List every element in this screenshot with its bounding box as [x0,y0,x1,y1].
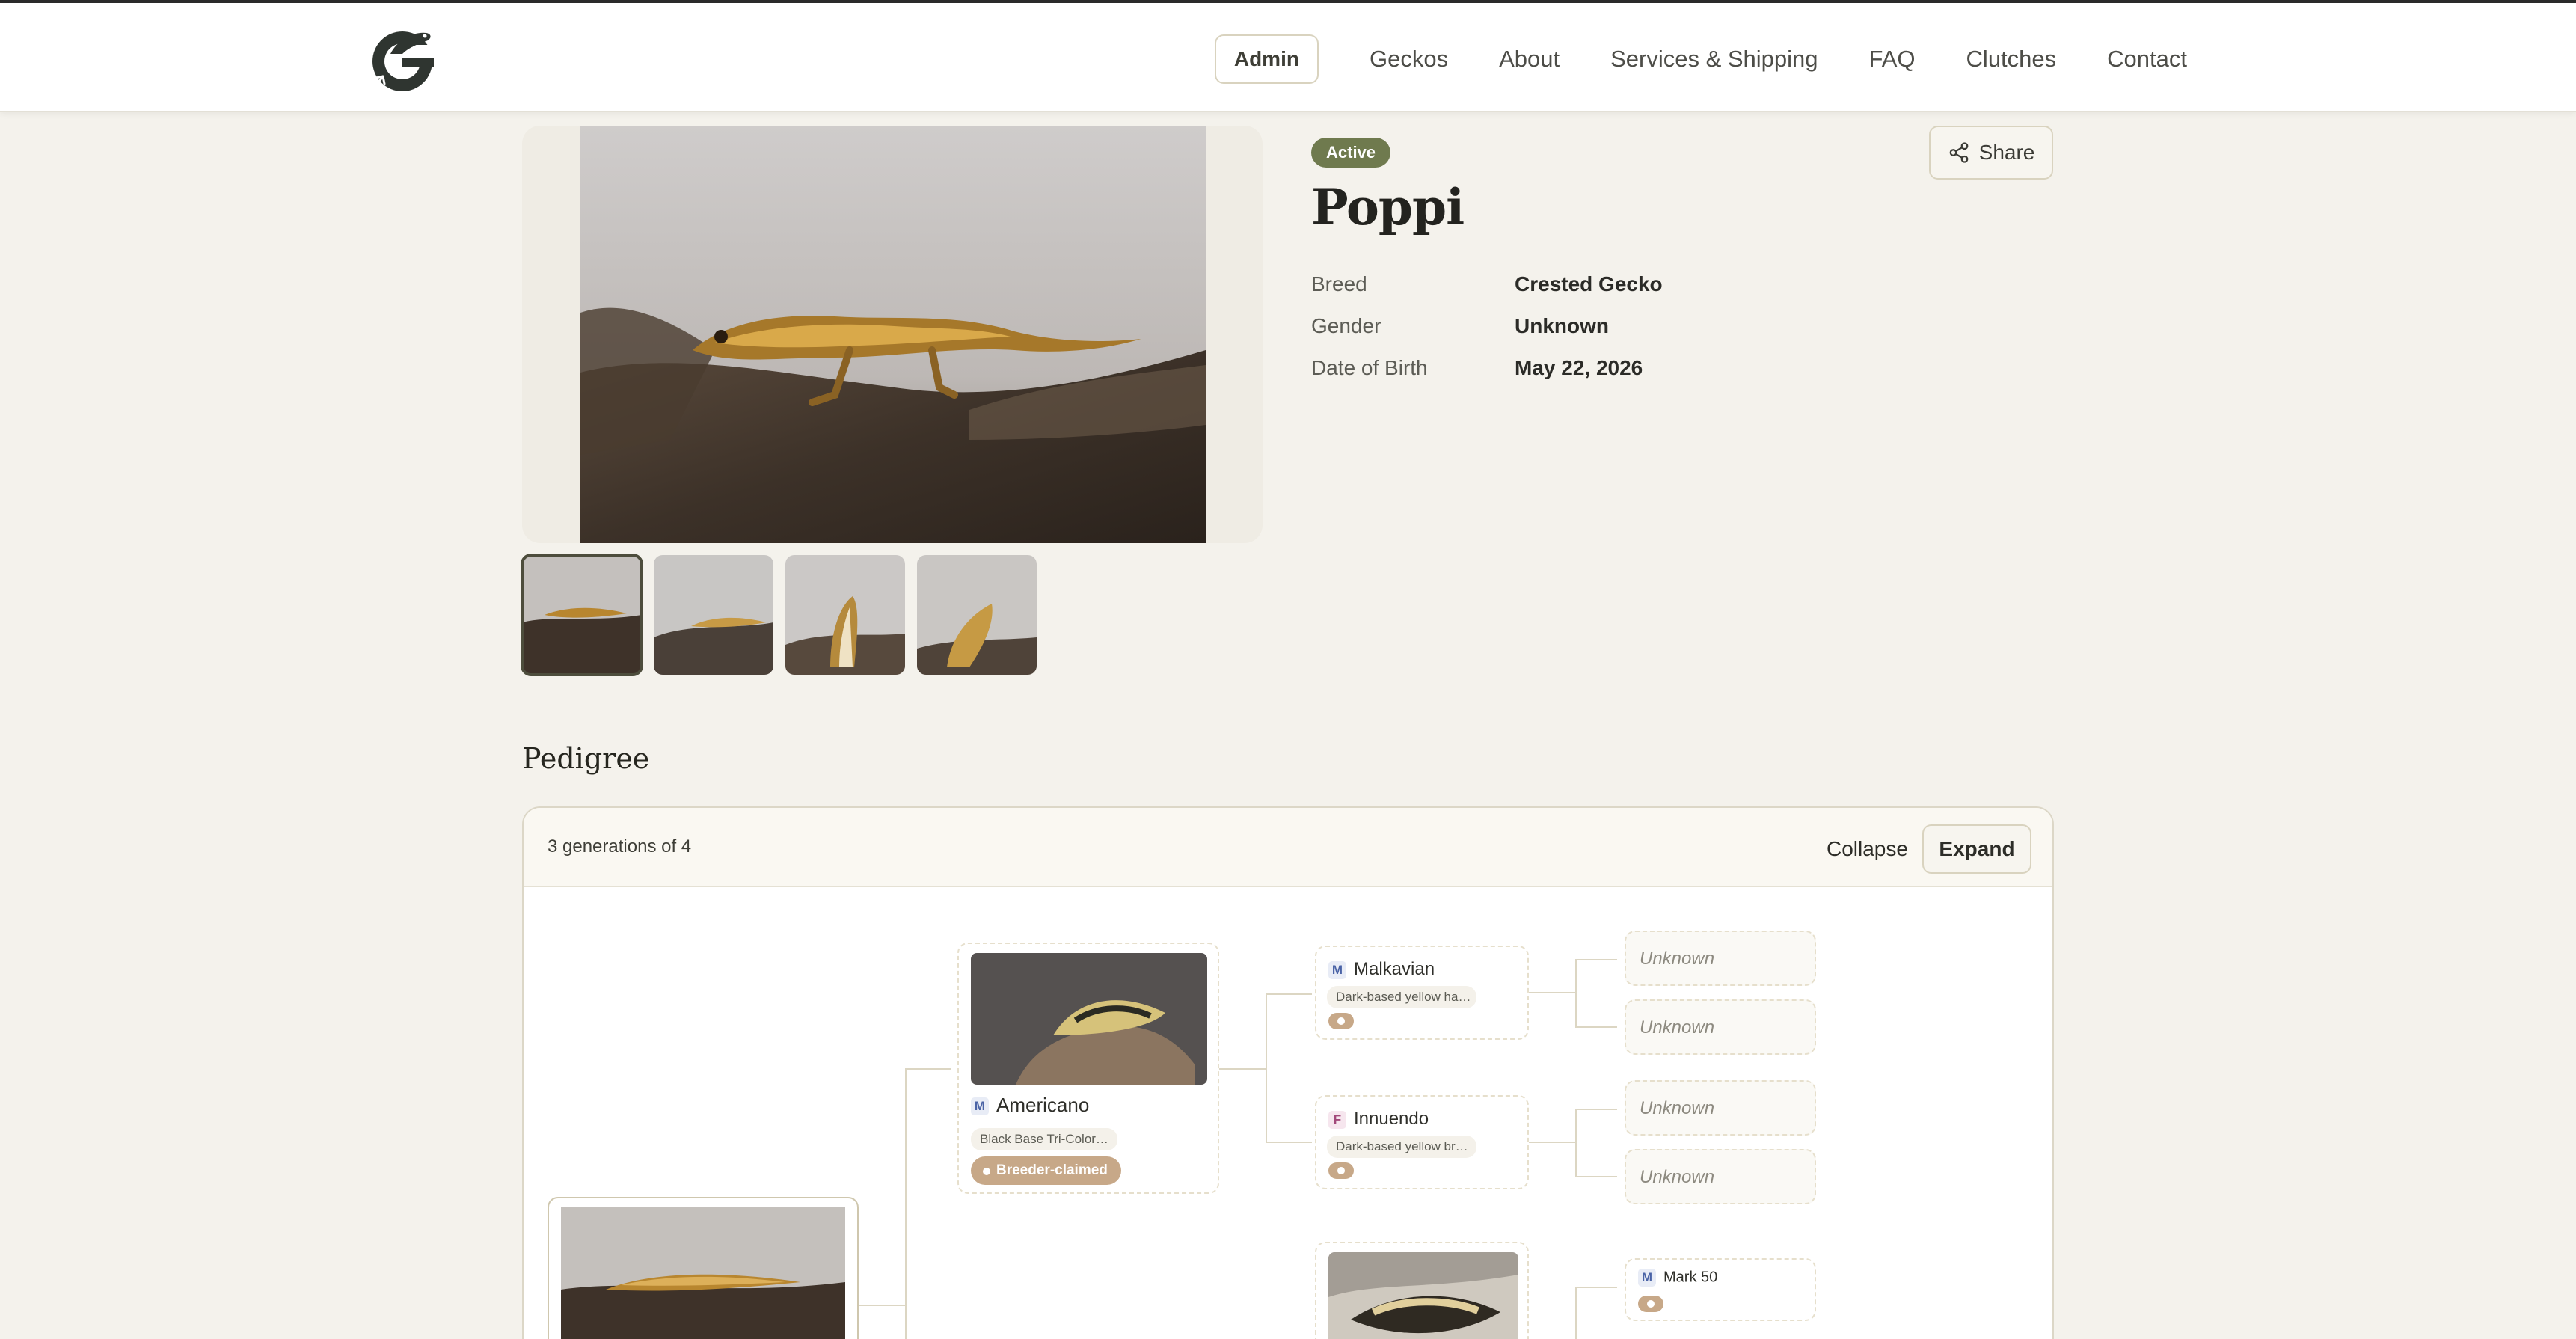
share-label: Share [1978,141,2035,164]
pedigree-node-unknown[interactable]: Unknown [1625,999,1816,1055]
mark50-name: M Mark 50 [1638,1269,1717,1287]
connector-line [1575,959,1577,1028]
generations-text: 3 generations of 4 [548,836,692,857]
connector-line [1575,1026,1617,1028]
detail-row-gender: Gender Unknown [1311,305,1663,347]
pedigree-node-sire[interactable]: M Americano Black Base Tri-Color… Breeder… [957,943,1219,1194]
sex-male-icon: M [1638,1269,1656,1287]
sex-male-icon: M [1328,960,1346,979]
nav-services-shipping[interactable]: Services & Shipping [1610,33,1818,85]
detail-row-breed: Breed Crested Gecko [1311,263,1663,305]
pedigree-node-sire-sire[interactable]: M Malkavian Dark-based yellow ha… [1315,946,1529,1040]
pedigree-node-unknown[interactable]: Unknown [1625,1080,1816,1136]
pedigree-node-dam[interactable] [1315,1242,1529,1339]
connector-line [859,1305,905,1306]
detail-label: Breed [1311,272,1367,295]
gecko-details: Breed Crested Gecko Gender Unknown Date … [1311,263,1663,389]
detail-value: May 22, 2026 [1515,356,1643,379]
connector-line [1575,1287,1577,1339]
nav-admin-button[interactable]: Admin [1214,34,1319,84]
pedigree-node-unknown[interactable]: Unknown [1625,931,1816,986]
breeder-claimed-badge: Breeder-claimed [971,1156,1121,1185]
sex-male-icon: M [971,1097,989,1116]
thumbnail-4[interactable] [917,555,1037,675]
connector-line [905,1068,907,1339]
pedigree-toolbar: 3 generations of 4 Collapse Expand [524,808,2052,887]
status-dot-chip [1328,1013,1354,1029]
expand-button[interactable]: Expand [1922,824,2031,874]
status-dot-chip [1638,1296,1663,1312]
detail-label: Gender [1311,314,1381,337]
malkavian-morph-tag: Dark-based yellow ha… [1327,986,1476,1008]
sex-female-icon: F [1328,1110,1346,1129]
innuendo-morph-tag: Dark-based yellow br… [1327,1136,1476,1158]
sire-name-text: Americano [996,1094,1090,1116]
sire-morph-tag: Black Base Tri-Color… [971,1128,1117,1150]
connector-line [1575,1287,1617,1288]
mark50-name-text: Mark 50 [1663,1269,1718,1286]
status-dot-chip [1328,1162,1354,1179]
connector-line [1266,993,1267,1143]
malkavian-name-text: Malkavian [1354,959,1435,979]
gecko-name-title: Poppi [1311,178,1465,236]
share-button[interactable]: Share [1929,126,2053,180]
detail-value: Unknown [1515,314,1609,337]
main-photo-frame [522,126,1263,543]
thumbnail-strip [521,554,1037,676]
main-gecko-photo[interactable] [580,126,1206,543]
detail-label: Date of Birth [1311,356,1428,379]
malkavian-name: M Malkavian [1328,959,1435,980]
connector-line [1529,992,1575,993]
nav-clutches[interactable]: Clutches [1966,33,2057,85]
dam-photo [1328,1252,1518,1339]
pedigree-heading: Pedigree [522,742,650,775]
self-photo [561,1207,845,1339]
pedigree-node-unknown[interactable]: Unknown [1625,1149,1816,1204]
nav-contact[interactable]: Contact [2107,33,2187,85]
connector-line [1575,959,1617,960]
main-nav: Admin Geckos About Services & Shipping F… [1214,33,2187,85]
connector-line [1575,1109,1617,1110]
share-icon [1949,142,1969,163]
thumbnail-2[interactable] [654,555,773,675]
pedigree-node-sire-dam[interactable]: F Innuendo Dark-based yellow br… [1315,1095,1529,1189]
sire-name: M Americano [971,1094,1089,1117]
connector-line [1575,1109,1577,1177]
connector-line [1266,993,1312,995]
connector-line [1575,1176,1617,1177]
nav-faq[interactable]: FAQ [1869,33,1916,85]
connector-line [1266,1142,1312,1143]
sire-photo [971,953,1207,1085]
detail-row-dob: Date of Birth May 22, 2026 [1311,347,1663,389]
connector-line [1529,1142,1575,1143]
pedigree-node-dam-sire[interactable]: M Mark 50 [1625,1258,1816,1321]
nav-geckos[interactable]: Geckos [1370,33,1448,85]
gecko-logo-icon[interactable] [368,24,438,94]
site-header: Admin Geckos About Services & Shipping F… [0,0,2576,112]
innuendo-name-text: Innuendo [1354,1109,1429,1129]
connector-line [905,1068,951,1070]
pedigree-node-self[interactable] [548,1197,859,1339]
pedigree-card: 3 generations of 4 Collapse Expand M Ame… [522,806,2054,1339]
innuendo-name: F Innuendo [1328,1109,1429,1130]
connector-line [1219,1068,1266,1070]
status-badge: Active [1311,138,1391,168]
nav-about[interactable]: About [1499,33,1560,85]
thumbnail-1[interactable] [521,554,643,676]
collapse-button[interactable]: Collapse [1816,824,1919,874]
detail-value: Crested Gecko [1515,272,1663,295]
thumbnail-3[interactable] [785,555,905,675]
